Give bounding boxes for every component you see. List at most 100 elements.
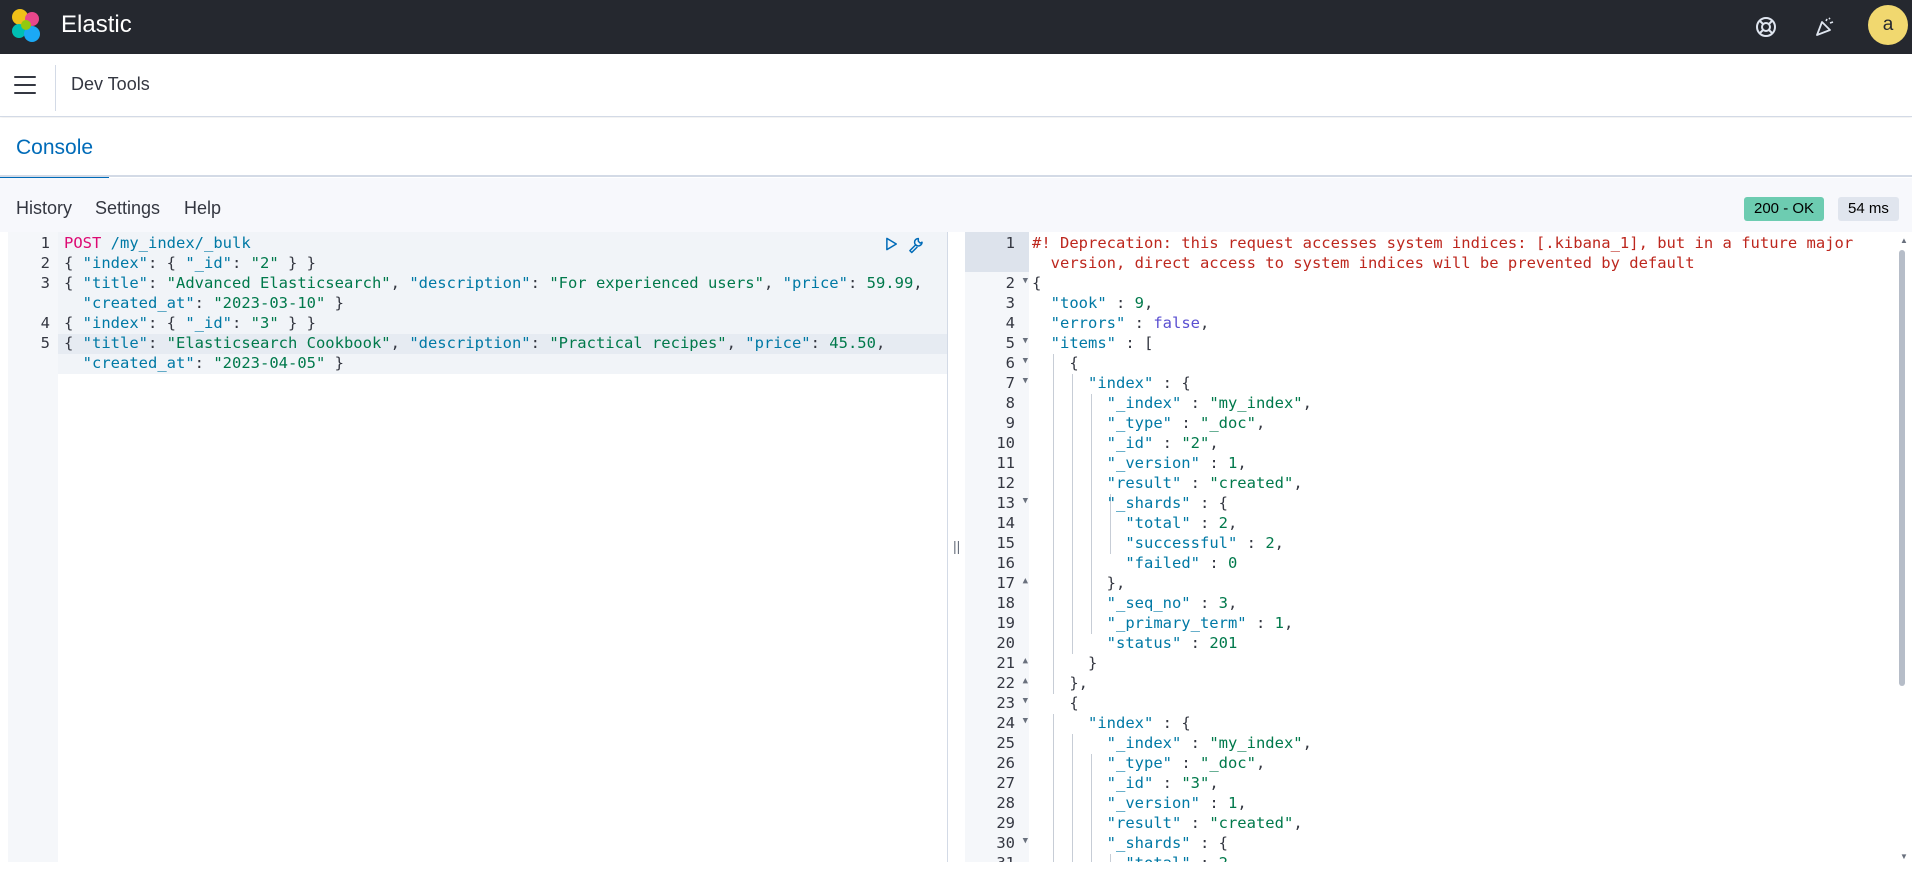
request-line: POST /my_index/_bulk	[64, 234, 251, 252]
fold-toggle-icon[interactable]: ▼	[1023, 356, 1028, 366]
breadcrumb-current: Dev Tools	[71, 74, 150, 94]
divider	[55, 65, 56, 111]
response-line: "_index" : "my_index",	[1106, 734, 1312, 752]
response-gutter: 1 2 3 4 5 6 7 8 9 10 11 12 13 14 15 16 1…	[965, 232, 1029, 862]
active-line-highlight	[965, 232, 1029, 272]
request-editor[interactable]: 1 2 3 4 5 POST /my_index/_bulk { "index"…	[8, 232, 948, 862]
line-number: 24	[996, 714, 1015, 732]
scroll-up-icon[interactable]: ▲	[1898, 236, 1910, 246]
user-avatar[interactable]: a	[1868, 5, 1908, 45]
response-line: "_id" : "3",	[1106, 774, 1219, 792]
line-number: 3	[40, 274, 50, 292]
help-icon[interactable]	[1751, 12, 1781, 42]
request-line: { "title": "Advanced Elasticsearch", "de…	[64, 274, 923, 292]
response-line: }	[1032, 654, 1098, 672]
line-number: 4	[1005, 314, 1015, 332]
pane-resizer[interactable]: ||	[953, 538, 961, 558]
fold-toggle-icon[interactable]: ▼	[1023, 496, 1028, 506]
response-line: "_shards" : {	[1106, 834, 1228, 852]
fold-toggle-icon[interactable]: ▲	[1023, 576, 1028, 586]
line-number: 10	[996, 434, 1015, 452]
request-method: POST	[64, 234, 102, 252]
line-number: 18	[996, 594, 1015, 612]
line-number: 3	[1005, 294, 1015, 312]
history-link[interactable]: History	[16, 198, 72, 219]
line-number: 31	[996, 854, 1015, 862]
scroll-down-icon[interactable]: ▼	[1898, 852, 1910, 862]
status-badge: 200 - OK	[1744, 197, 1825, 221]
brand-name[interactable]: Elastic	[61, 10, 132, 40]
fold-toggle-icon[interactable]: ▼	[1023, 276, 1028, 286]
line-number: 9	[1005, 414, 1015, 432]
response-line: "status" : 201	[1106, 634, 1238, 652]
response-line: {	[1032, 354, 1079, 372]
fold-toggle-icon[interactable]: ▼	[1023, 696, 1028, 706]
breadcrumb-bar: Dev Tools	[0, 54, 1912, 117]
fold-toggle-icon[interactable]: ▼	[1023, 376, 1028, 386]
response-line: {	[1032, 694, 1079, 712]
line-number: 5	[40, 334, 50, 352]
request-line: { "title": "Elasticsearch Cookbook", "de…	[64, 334, 886, 352]
response-line: "_type" : "_doc",	[1106, 414, 1266, 432]
response-line: },	[1032, 574, 1126, 592]
request-actions	[885, 236, 925, 256]
line-number: 12	[996, 474, 1015, 492]
response-line: {	[1032, 274, 1042, 292]
line-number: 19	[996, 614, 1015, 632]
line-number: 22	[996, 674, 1015, 692]
line-number: 4	[40, 314, 50, 332]
line-number: 28	[996, 794, 1015, 812]
elastic-logo-icon[interactable]	[10, 7, 42, 45]
tab-strip: Console	[0, 118, 1912, 179]
response-line: "total" : 2,	[1125, 514, 1238, 532]
settings-link[interactable]: Settings	[95, 198, 160, 219]
response-line: "result" : "created",	[1106, 814, 1303, 832]
line-number: 6	[1005, 354, 1015, 372]
response-line: "index" : {	[1088, 714, 1191, 732]
request-path: /my_index/_bulk	[110, 234, 251, 252]
response-line: "_version" : 1,	[1106, 794, 1247, 812]
response-line: "_version" : 1,	[1106, 454, 1247, 472]
line-number: 23	[996, 694, 1015, 712]
response-line: "items" : [	[1050, 334, 1154, 352]
request-gutter: 1 2 3 4 5	[8, 232, 58, 862]
console-toolbar: History Settings Help	[0, 178, 1912, 232]
line-number: 1	[1005, 234, 1015, 252]
fold-toggle-icon[interactable]: ▲	[1023, 656, 1028, 666]
line-number: 1	[40, 234, 50, 252]
tab-console[interactable]: Console	[0, 118, 110, 179]
line-number: 17	[996, 574, 1015, 592]
top-header: Elastic a	[0, 0, 1912, 54]
line-number: 11	[996, 454, 1015, 472]
fold-toggle-icon[interactable]: ▼	[1023, 716, 1028, 726]
help-link[interactable]: Help	[184, 198, 221, 219]
response-line: "_shards" : {	[1106, 494, 1228, 512]
response-line: "_seq_no" : 3,	[1106, 594, 1238, 612]
response-line: "_primary_term" : 1,	[1106, 614, 1294, 632]
fold-toggle-icon[interactable]: ▲	[1023, 676, 1028, 686]
line-number: 5	[1005, 334, 1015, 352]
line-number: 7	[1005, 374, 1015, 392]
wrench-icon[interactable]	[908, 236, 925, 254]
response-scrollbar[interactable]	[1899, 250, 1905, 686]
fold-toggle-icon[interactable]: ▼	[1023, 336, 1028, 346]
response-line: "result" : "created",	[1106, 474, 1303, 492]
line-number: 15	[996, 534, 1015, 552]
play-icon[interactable]	[885, 236, 898, 252]
fold-toggle-icon[interactable]: ▼	[1023, 836, 1028, 846]
deprecation-warning: #! Deprecation: this request accesses sy…	[1032, 234, 1854, 252]
response-line: "successful" : 2,	[1125, 534, 1284, 552]
line-number: 13	[996, 494, 1015, 512]
line-number: 21	[996, 654, 1015, 672]
line-number: 30	[996, 834, 1015, 852]
hamburger-menu-icon[interactable]	[12, 73, 38, 97]
response-line: "took" : 9,	[1050, 294, 1154, 312]
response-line: },	[1032, 674, 1088, 692]
response-viewer[interactable]: 1 2 3 4 5 6 7 8 9 10 11 12 13 14 15 16 1…	[965, 232, 1912, 862]
line-number: 2	[1005, 274, 1015, 292]
line-number: 14	[996, 514, 1015, 532]
newsfeed-icon[interactable]	[1810, 12, 1840, 42]
request-time-badge: 54 ms	[1838, 197, 1899, 221]
request-line: { "index": { "_id": "3" } }	[64, 314, 316, 332]
line-number: 25	[996, 734, 1015, 752]
